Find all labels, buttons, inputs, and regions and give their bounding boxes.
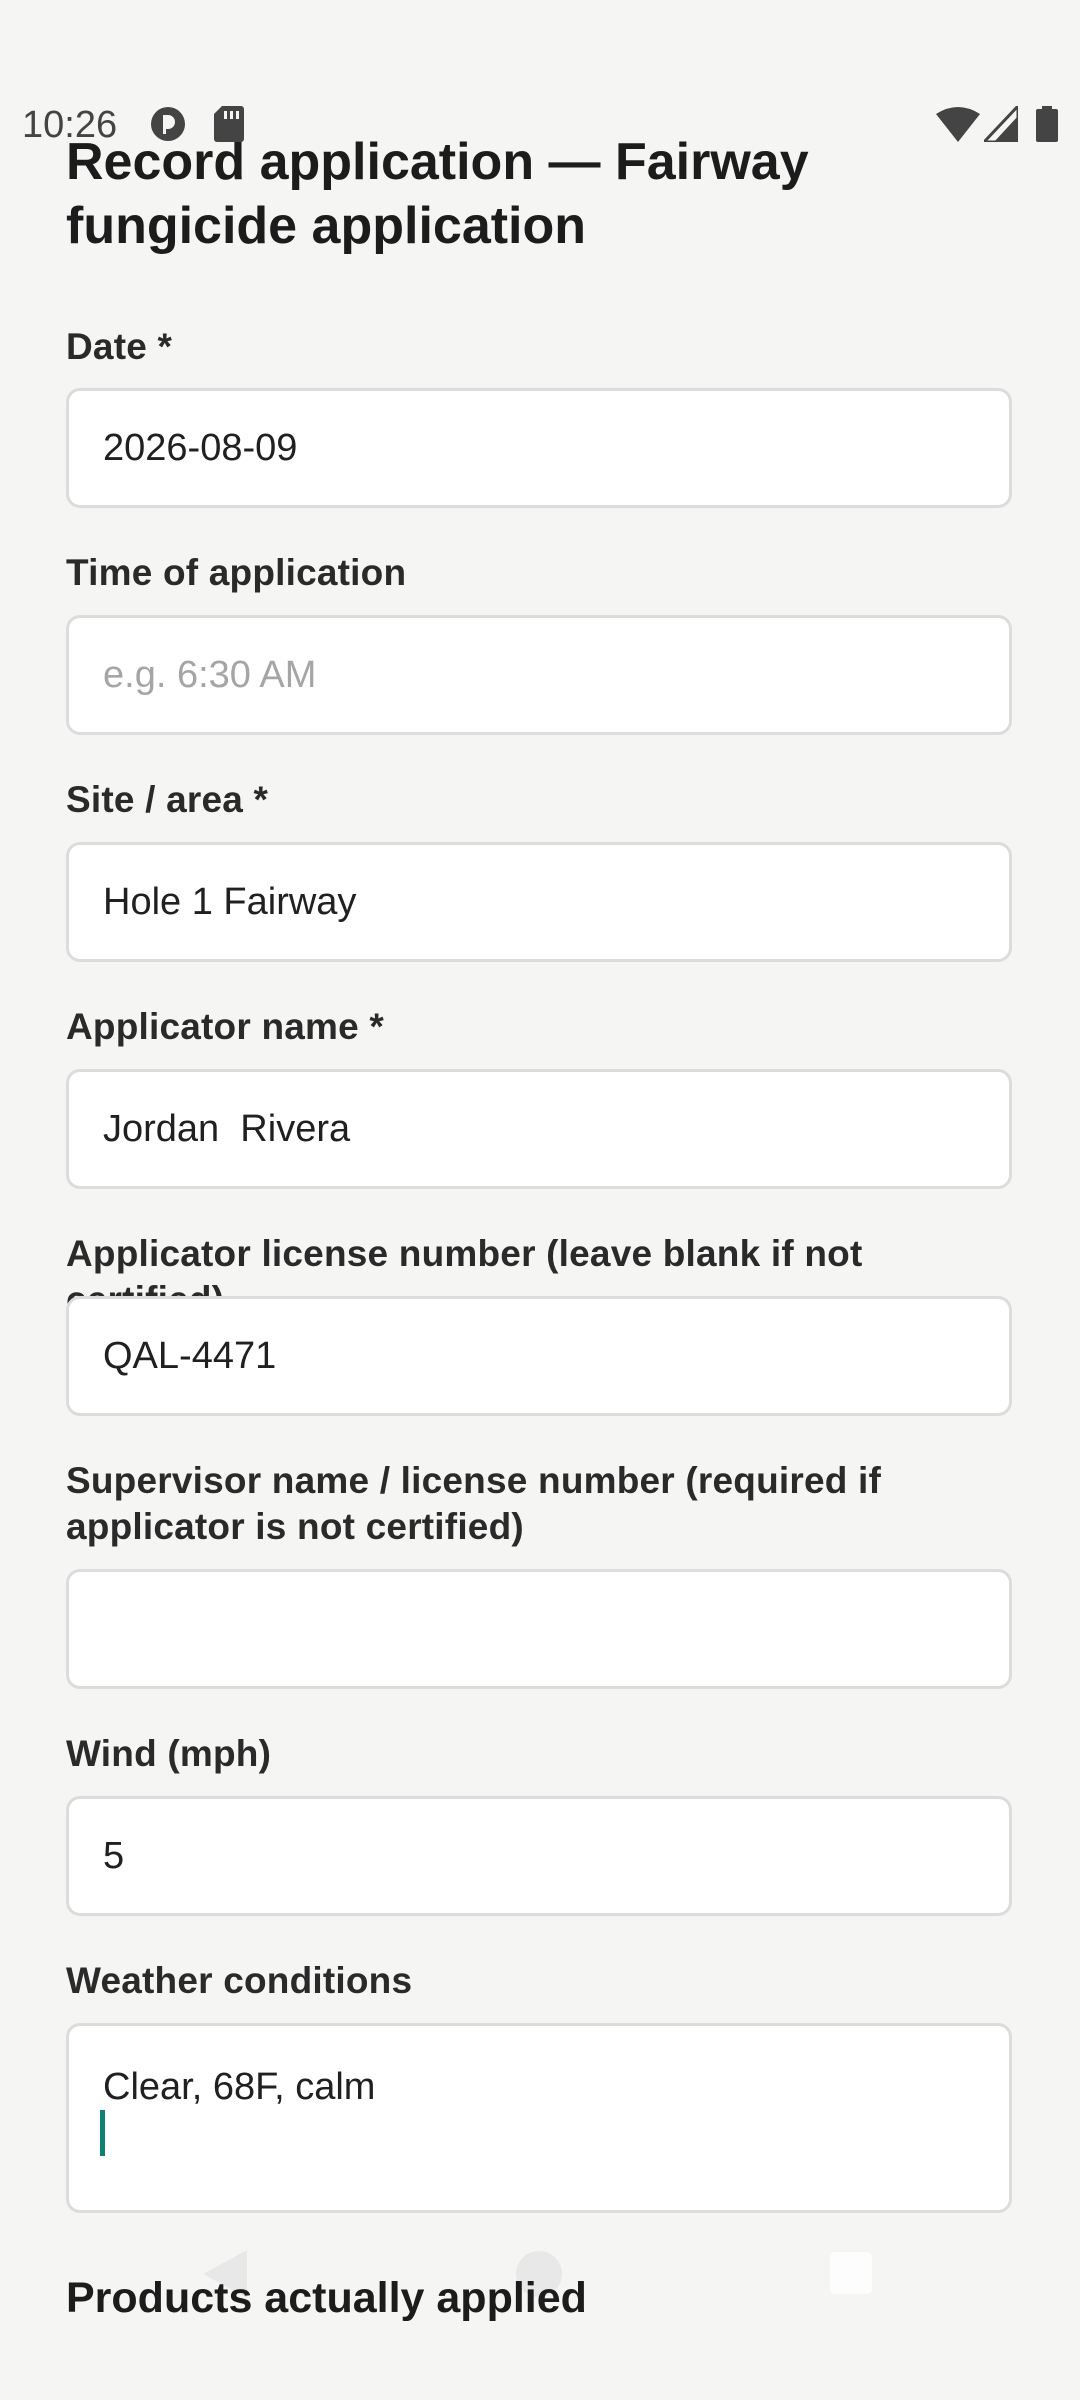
license-field[interactable]	[66, 1296, 1012, 1416]
sd-card-icon	[214, 106, 250, 142]
applicator-name-field[interactable]	[66, 1069, 1012, 1189]
time-label: Time of application	[66, 552, 407, 593]
wifi-icon	[936, 106, 980, 142]
products-section-heading: Products actually applied	[66, 2274, 587, 2322]
wind-label: Wind (mph)	[66, 1733, 272, 1774]
recents-icon[interactable]	[830, 2252, 872, 2299]
supervisor-label-line2: applicator is not certified)	[66, 1506, 524, 1547]
supervisor-label-line1: Supervisor name / license number (requir…	[66, 1460, 882, 1501]
applicator-name-label: Applicator name *	[66, 1006, 384, 1047]
status-time: 10:26	[22, 104, 118, 146]
weather-field[interactable]: Clear, 68F, calm	[66, 2023, 1012, 2213]
time-field[interactable]	[66, 615, 1012, 735]
screen: 10:26 Record application — Fairway fungi…	[0, 0, 1080, 2400]
status-bar: 10:26	[0, 0, 1080, 150]
wind-field[interactable]	[66, 1796, 1012, 1916]
text-cursor	[100, 2110, 105, 2156]
cellular-signal-icon	[980, 102, 1020, 144]
weather-label: Weather conditions	[66, 1960, 413, 2001]
page-title-line2: fungicide application	[66, 197, 587, 255]
date-field[interactable]	[66, 388, 1012, 508]
data-saver-icon	[150, 106, 186, 142]
date-label: Date *	[66, 326, 173, 367]
battery-icon	[1036, 106, 1058, 142]
supervisor-field[interactable]	[66, 1569, 1012, 1689]
site-label: Site / area *	[66, 779, 269, 820]
site-field[interactable]	[66, 842, 1012, 962]
supervisor-label: Supervisor name / license number (requir…	[66, 1458, 1026, 1550]
